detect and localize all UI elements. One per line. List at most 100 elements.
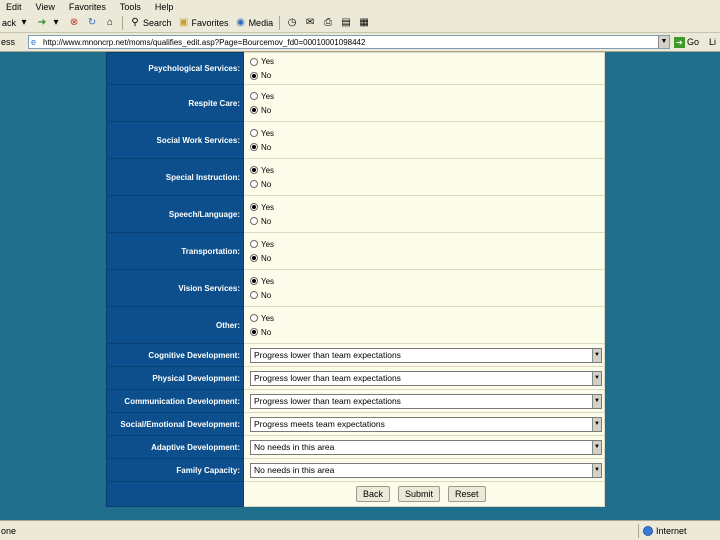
address-input[interactable]: e http://www.mnoncrp.net/moms/qualifies_…	[28, 35, 670, 49]
home-icon[interactable]: ⌂	[104, 17, 116, 29]
radio-option[interactable]: No	[250, 251, 604, 265]
links-label[interactable]: Li	[709, 37, 716, 47]
menu-view[interactable]: View	[36, 2, 55, 12]
chevron-down-icon[interactable]: ▼	[592, 463, 601, 477]
print-icon[interactable]: ⎙	[322, 17, 334, 29]
select-value: Progress lower than team expectations	[254, 396, 401, 406]
radio-label: Yes	[261, 128, 275, 138]
field-label: Social Work Services:	[106, 121, 244, 159]
radio-group: Yes No	[243, 195, 605, 233]
chevron-down-icon[interactable]: ▼	[658, 36, 669, 48]
radio-label: No	[261, 216, 272, 226]
radio-button[interactable]	[250, 291, 258, 299]
radio-option[interactable]: Yes	[250, 237, 604, 251]
radio-button[interactable]	[250, 240, 258, 248]
chevron-down-icon[interactable]: ▼	[592, 371, 601, 385]
radio-option[interactable]: Yes	[250, 126, 604, 140]
radio-button[interactable]	[250, 92, 258, 100]
radio-button[interactable]	[250, 57, 258, 66]
radio-label: Yes	[261, 57, 275, 66]
select-value: Progress lower than team expectations	[254, 373, 401, 383]
select-row: Physical Development: Progress lower than…	[106, 366, 605, 390]
radio-option[interactable]: Yes	[250, 200, 604, 214]
radio-option[interactable]: No	[250, 214, 604, 228]
go-button[interactable]: ➔ Go	[674, 36, 699, 48]
chevron-down-icon[interactable]: ▼	[592, 440, 601, 454]
back-form-button[interactable]: Back	[356, 486, 391, 502]
menu-help[interactable]: Help	[155, 2, 174, 12]
radio-option[interactable]: Yes	[250, 55, 604, 69]
progress-select[interactable]: No needs in this area ▼	[250, 462, 602, 478]
progress-select[interactable]: Progress lower than team expectations ▼	[250, 347, 602, 363]
radio-button[interactable]	[250, 314, 258, 322]
radio-option[interactable]: No	[250, 140, 604, 154]
radio-option[interactable]: Yes	[250, 274, 604, 288]
radio-option[interactable]: Yes	[250, 89, 604, 103]
radio-row: Vision Services: Yes No	[106, 269, 605, 307]
address-url: http://www.mnoncrp.net/moms/qualifies_ed…	[43, 37, 366, 47]
progress-select[interactable]: Progress lower than team expectations ▼	[250, 370, 602, 386]
edit-icon[interactable]: ▤	[340, 17, 352, 29]
chevron-down-icon[interactable]: ▼	[592, 394, 601, 408]
history-icon[interactable]: ◷	[286, 17, 298, 29]
chevron-down-icon[interactable]: ▼	[592, 417, 601, 431]
radio-button[interactable]	[250, 129, 258, 137]
menu-favorites[interactable]: Favorites	[69, 2, 106, 12]
favorites-button[interactable]: ▣ Favorites	[178, 17, 229, 29]
radio-label: No	[261, 253, 272, 263]
radio-option[interactable]: No	[250, 177, 604, 191]
select-cell: Progress lower than team expectations ▼	[243, 389, 605, 413]
radio-label: No	[261, 71, 272, 80]
search-label: Search	[143, 18, 172, 28]
radio-label: No	[261, 179, 272, 189]
radio-button[interactable]	[250, 254, 258, 262]
menu-tools[interactable]: Tools	[120, 2, 141, 12]
progress-select[interactable]: No needs in this area ▼	[250, 439, 602, 455]
radio-button[interactable]	[250, 203, 258, 211]
go-arrow-icon: ➔	[674, 36, 685, 48]
radio-row: Social Work Services: Yes No	[106, 121, 605, 159]
mail-icon[interactable]: ✉	[304, 17, 316, 29]
search-button[interactable]: ⚲ Search	[129, 17, 172, 29]
address-bar: ess e http://www.mnoncrp.net/moms/qualif…	[0, 33, 720, 52]
favorites-label: Favorites	[191, 18, 229, 28]
radio-label: No	[261, 327, 272, 337]
radio-button[interactable]	[250, 143, 258, 151]
radio-group: Yes No	[243, 269, 605, 307]
stop-icon[interactable]: ⊗	[68, 17, 80, 29]
discuss-icon[interactable]: ▦	[358, 17, 370, 29]
radio-group: Yes No	[243, 52, 605, 85]
forward-arrow-icon: ➔	[37, 17, 47, 28]
menu-bar: Edit View Favorites Tools Help	[0, 0, 720, 14]
reset-button[interactable]: Reset	[448, 486, 486, 502]
zone-label: Internet	[656, 525, 687, 536]
radio-button[interactable]	[250, 328, 258, 336]
progress-select[interactable]: Progress lower than team expectations ▼	[250, 393, 602, 409]
field-label: Cognitive Development:	[106, 343, 244, 367]
chevron-down-icon: ▾	[53, 17, 59, 28]
chevron-down-icon[interactable]: ▼	[592, 348, 601, 362]
radio-option[interactable]: No	[250, 288, 604, 302]
submit-button[interactable]: Submit	[398, 486, 441, 502]
radio-button[interactable]	[250, 71, 258, 80]
radio-option[interactable]: No	[250, 69, 604, 83]
radio-button[interactable]	[250, 217, 258, 225]
progress-select[interactable]: Progress meets team expectations ▼	[250, 416, 602, 432]
media-label: Media	[248, 18, 274, 28]
search-icon: ⚲	[131, 17, 139, 28]
media-button[interactable]: ◉ Media	[235, 17, 274, 29]
menu-edit[interactable]: Edit	[6, 2, 22, 12]
radio-button[interactable]	[250, 166, 258, 174]
refresh-icon[interactable]: ↻	[86, 17, 98, 29]
forward-button[interactable]: ➔ ▾	[36, 17, 62, 29]
select-row: Adaptive Development: No needs in this ar…	[106, 435, 605, 459]
radio-button[interactable]	[250, 180, 258, 188]
radio-button[interactable]	[250, 106, 258, 114]
radio-option[interactable]: No	[250, 103, 604, 117]
radio-button[interactable]	[250, 277, 258, 285]
radio-option[interactable]: No	[250, 325, 604, 339]
radio-option[interactable]: Yes	[250, 311, 604, 325]
radio-option[interactable]: Yes	[250, 163, 604, 177]
radio-label: Yes	[261, 239, 275, 249]
back-button[interactable]: ack ▾	[2, 17, 30, 29]
